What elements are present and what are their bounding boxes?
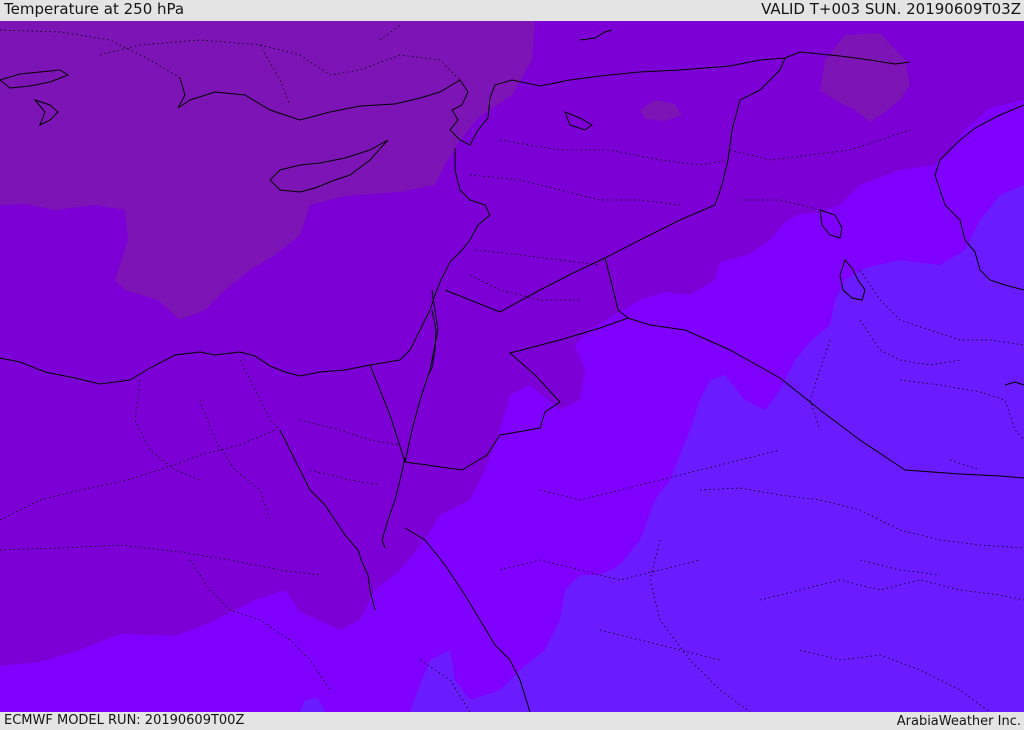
- valid-time-label: VALID T+003 SUN. 20190609T03Z: [761, 0, 1021, 18]
- temperature-map[interactable]: [0, 21, 1024, 712]
- footer-bar: ECMWF MODEL RUN: 20190609T00Z ArabiaWeat…: [0, 712, 1024, 729]
- model-run-label: ECMWF MODEL RUN: 20190609T00Z: [4, 713, 245, 728]
- credit-label: ArabiaWeather Inc.: [896, 714, 1021, 729]
- header-bar: Temperature at 250 hPa VALID T+003 SUN. …: [0, 0, 1024, 21]
- map-title: Temperature at 250 hPa: [4, 0, 185, 18]
- map-canvas: [0, 21, 1024, 712]
